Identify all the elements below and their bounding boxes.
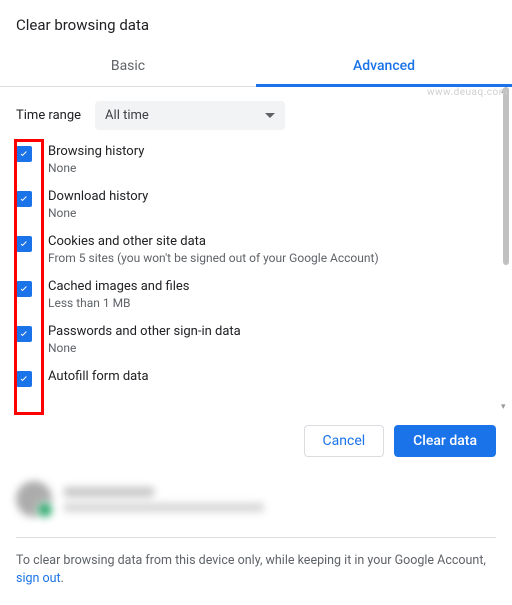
list-item: Cookies and other site data From 5 sites…: [16, 234, 490, 265]
item-sub: None: [48, 206, 148, 220]
checkbox-cookies[interactable]: [16, 236, 32, 252]
scrollbar[interactable]: ▴ ▾: [503, 87, 509, 411]
list-item: Browsing history None: [16, 144, 490, 175]
sign-out-link[interactable]: sign out: [16, 571, 61, 586]
check-icon: [18, 328, 30, 340]
item-title: Cached images and files: [48, 279, 189, 294]
list-item: Passwords and other sign-in data None: [16, 324, 490, 355]
scrollbar-thumb[interactable]: [503, 87, 509, 265]
check-icon: [18, 148, 30, 160]
data-type-list: Browsing history None Download history N…: [16, 144, 490, 387]
item-title: Download history: [48, 189, 148, 204]
tab-advanced[interactable]: Advanced: [256, 46, 512, 86]
item-text: Download history None: [48, 189, 148, 220]
item-title: Browsing history: [48, 144, 144, 159]
divider: [16, 537, 496, 538]
chevron-down-icon: [265, 113, 275, 118]
item-text: Cookies and other site data From 5 sites…: [48, 234, 379, 265]
scroll-down-icon[interactable]: ▾: [501, 402, 511, 412]
item-sub: None: [48, 161, 144, 175]
dialog-body: Time range All time Browsing history Non: [0, 87, 512, 411]
time-range-label: Time range: [16, 108, 81, 123]
account-row: [0, 475, 512, 523]
list-item: Cached images and files Less than 1 MB: [16, 279, 490, 310]
account-name-placeholder: [64, 487, 154, 497]
account-email-placeholder: [64, 503, 264, 512]
checkbox-browsing-history[interactable]: [16, 146, 32, 162]
checkbox-download-history[interactable]: [16, 191, 32, 207]
cancel-button[interactable]: Cancel: [304, 425, 385, 457]
item-sub: From 5 sites (you won't be signed out of…: [48, 251, 379, 265]
footer-text-before: To clear browsing data from this device …: [16, 553, 486, 568]
dialog-actions: Cancel Clear data: [0, 411, 512, 475]
item-text: Cached images and files Less than 1 MB: [48, 279, 189, 310]
dialog-title: Clear browsing data: [0, 0, 512, 46]
time-range-row: Time range All time: [16, 101, 490, 130]
time-range-value: All time: [105, 108, 149, 123]
scroll-area: Time range All time Browsing history Non: [16, 101, 496, 411]
clear-data-button[interactable]: Clear data: [394, 425, 496, 457]
time-range-select[interactable]: All time: [95, 101, 285, 130]
checkbox-passwords[interactable]: [16, 326, 32, 342]
check-icon: [18, 193, 30, 205]
item-text: Passwords and other sign-in data None: [48, 324, 241, 355]
item-sub: Less than 1 MB: [48, 296, 189, 310]
list-item: Autofill form data: [16, 369, 490, 387]
footer-note: To clear browsing data from this device …: [0, 552, 512, 605]
tab-basic[interactable]: Basic: [0, 46, 256, 86]
check-icon: [18, 373, 30, 385]
check-icon: [18, 283, 30, 295]
item-title: Passwords and other sign-in data: [48, 324, 241, 339]
checkbox-cache[interactable]: [16, 281, 32, 297]
account-text: [64, 487, 264, 512]
watermark: www.deuaq.com: [427, 87, 508, 98]
footer-text-after: .: [61, 571, 64, 586]
item-text: Autofill form data: [48, 369, 149, 384]
checkbox-autofill[interactable]: [16, 371, 32, 387]
item-title: Autofill form data: [48, 369, 149, 384]
check-icon: [18, 238, 30, 250]
item-title: Cookies and other site data: [48, 234, 379, 249]
list-item: Download history None: [16, 189, 490, 220]
tabs: Basic Advanced: [0, 46, 512, 87]
avatar: [16, 481, 52, 517]
item-text: Browsing history None: [48, 144, 144, 175]
item-sub: None: [48, 341, 241, 355]
